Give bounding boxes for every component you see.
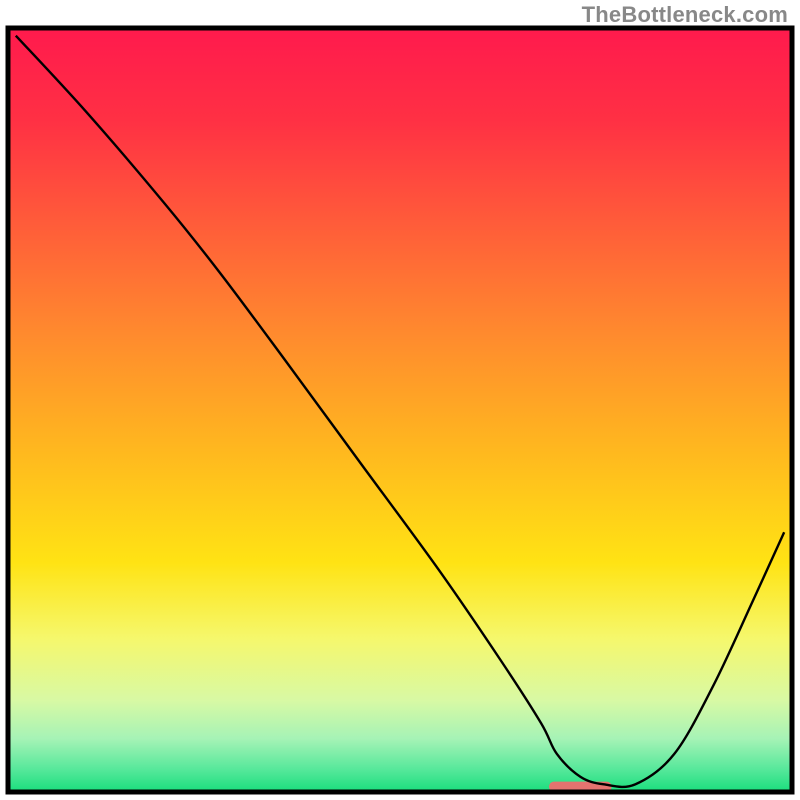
plot-background [8,28,792,792]
watermark-text: TheBottleneck.com [582,2,788,28]
bottleneck-chart [0,0,800,800]
